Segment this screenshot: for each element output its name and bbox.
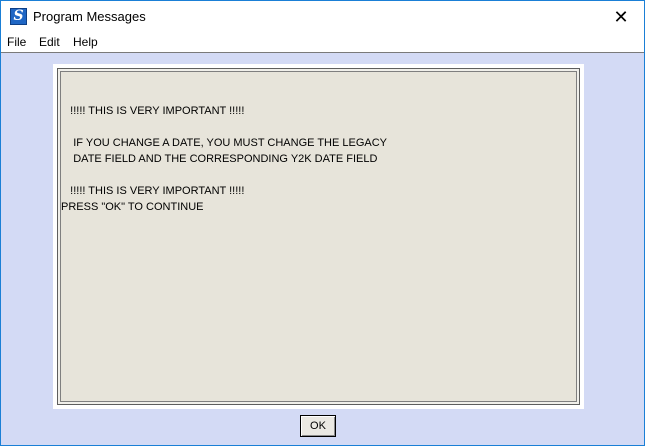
menu-bar: File Edit Help — [1, 33, 644, 53]
message-line: DATE FIELD AND THE CORRESPONDING Y2K DAT… — [61, 153, 378, 165]
message-line: !!!!! THIS IS VERY IMPORTANT !!!!! — [61, 105, 245, 117]
menu-file[interactable]: File — [7, 35, 26, 49]
message-text-area: !!!!! THIS IS VERY IMPORTANT !!!!! IF YO… — [60, 71, 577, 402]
title-bar[interactable]: S Program Messages ✕ — [1, 1, 644, 33]
message-line: PRESS "OK" TO CONTINUE — [61, 201, 204, 213]
message-frame: !!!!! THIS IS VERY IMPORTANT !!!!! IF YO… — [57, 68, 580, 405]
message-line: IF YOU CHANGE A DATE, YOU MUST CHANGE TH… — [61, 137, 387, 149]
message-line: !!!!! THIS IS VERY IMPORTANT !!!!! — [61, 185, 245, 197]
menu-help[interactable]: Help — [73, 35, 98, 49]
app-logo-icon: S — [10, 8, 27, 25]
message-panel: !!!!! THIS IS VERY IMPORTANT !!!!! IF YO… — [53, 64, 584, 409]
ok-button[interactable]: OK — [300, 415, 336, 437]
message-line — [61, 119, 576, 135]
program-messages-window: S Program Messages ✕ File Edit Help !!!!… — [0, 0, 645, 446]
message-line — [61, 167, 576, 183]
menu-edit[interactable]: Edit — [39, 35, 60, 49]
close-button[interactable]: ✕ — [598, 1, 644, 33]
window-title: Program Messages — [33, 9, 146, 24]
